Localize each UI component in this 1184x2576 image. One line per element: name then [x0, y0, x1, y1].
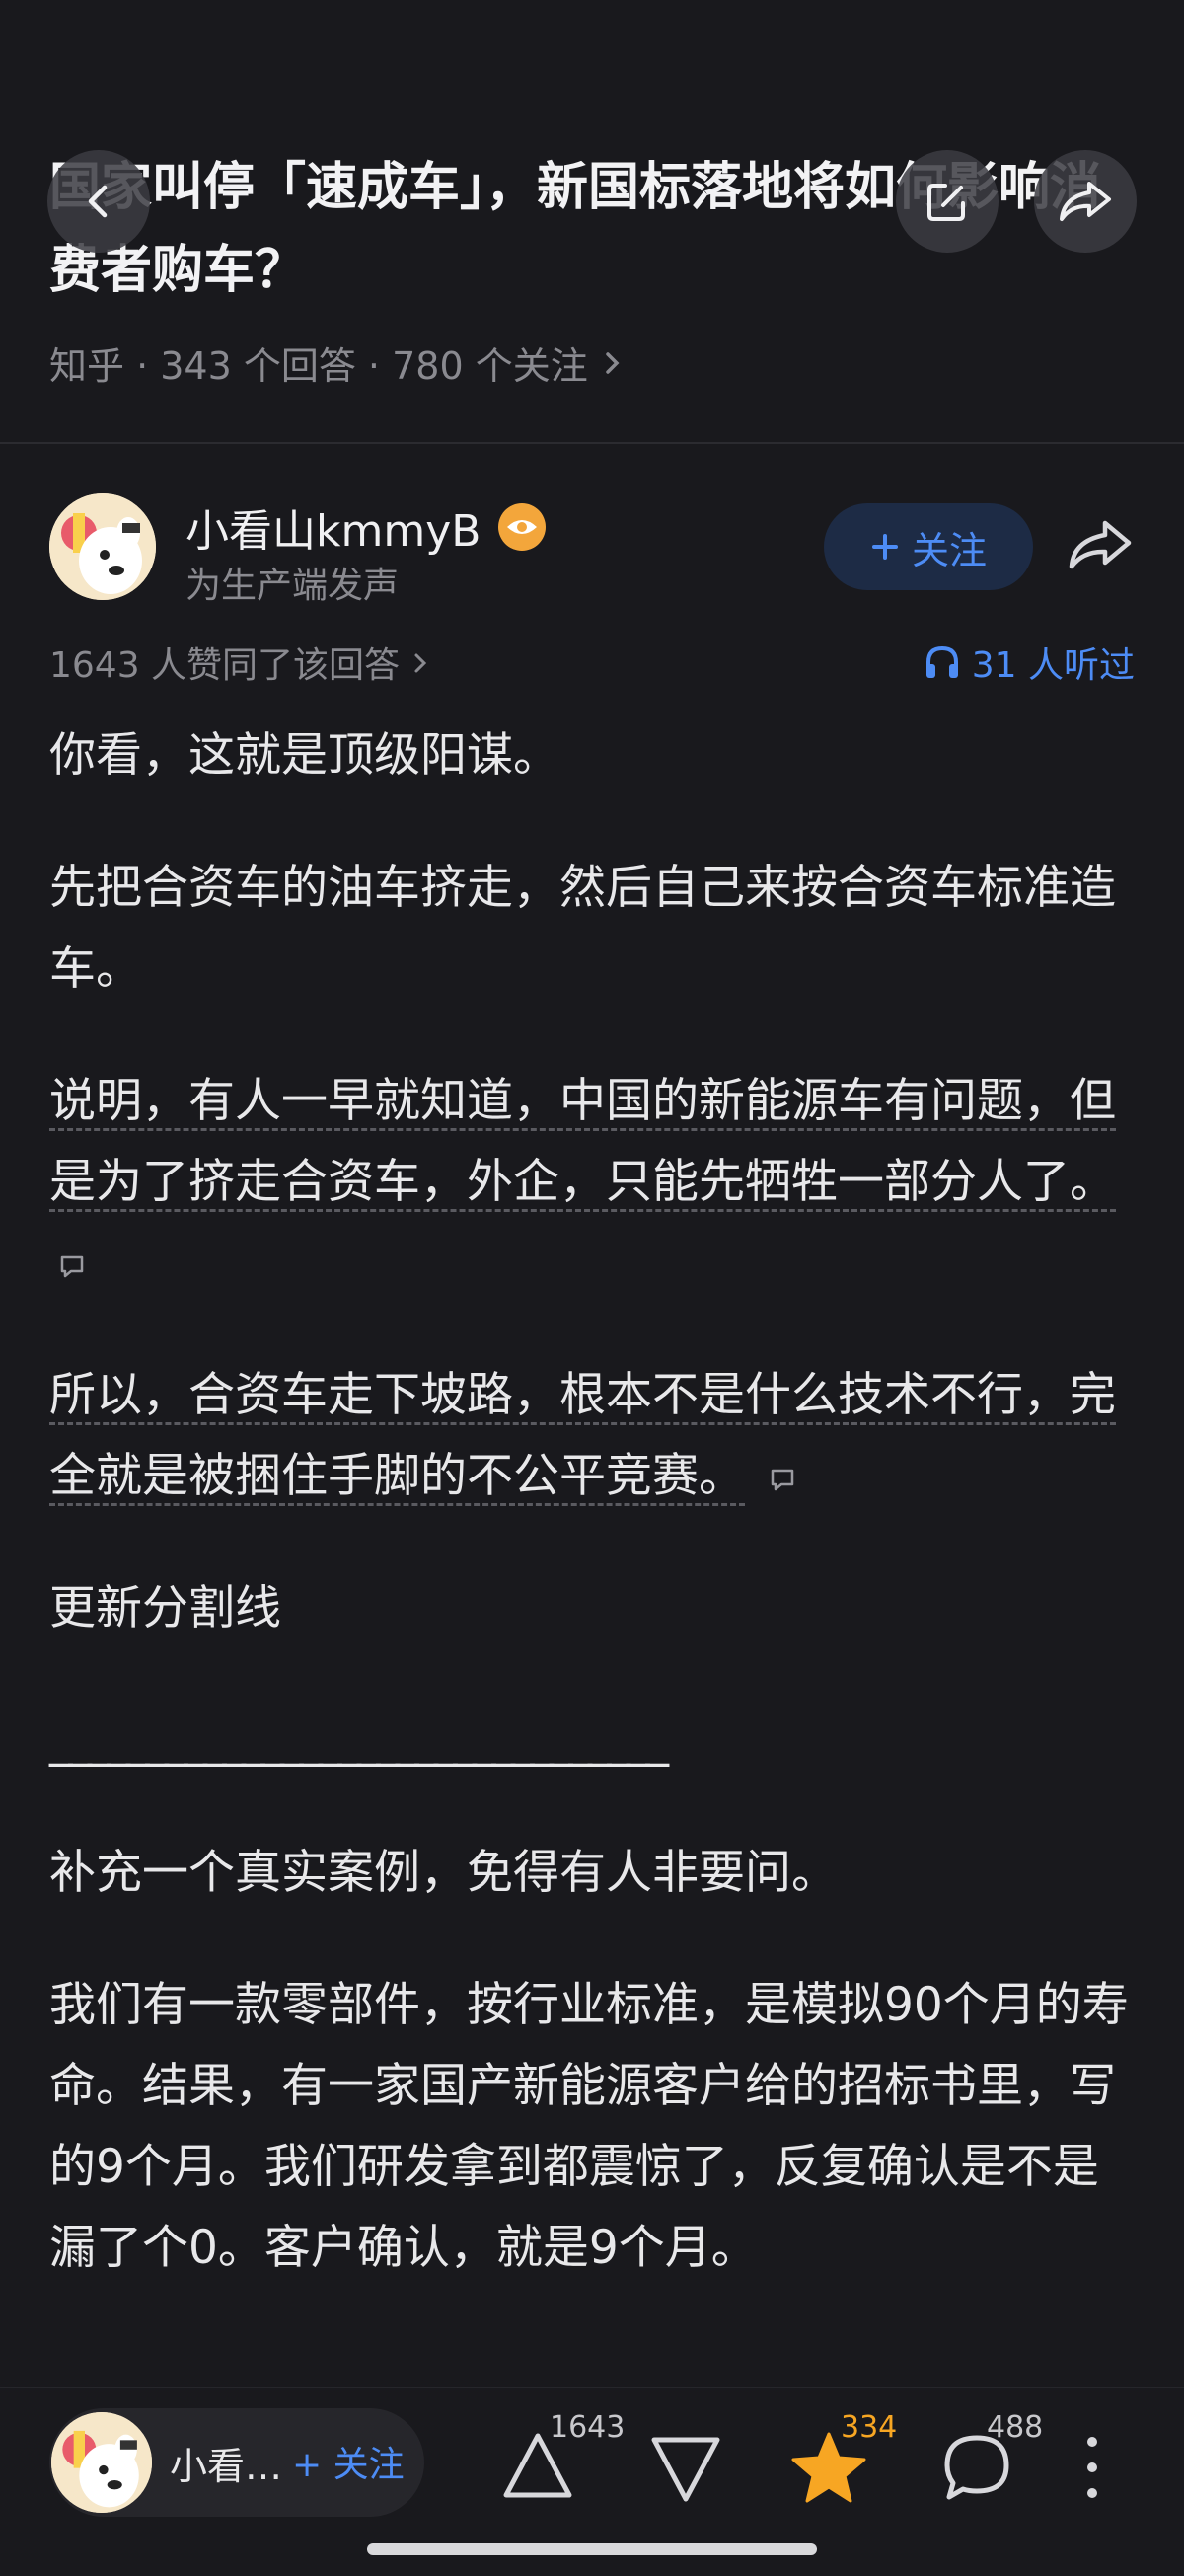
dog-avatar-icon — [49, 493, 156, 600]
answer-paragraph: 先把合资车的油车挤走，然后自己来按合资车标准造车。 — [49, 861, 1116, 996]
author-tagline: 为生产端发声 — [185, 566, 400, 606]
likes-summary[interactable]: 1643 人赞同了该回答 — [49, 637, 431, 688]
answer-paragraph-annotated[interactable]: 所以，合资车走下坡路，根本不是什么技术不行，完全就是被捆住手脚的不公平竞赛。 — [49, 1355, 1135, 1517]
author-name-text: 小看山kmmyB — [185, 506, 481, 557]
comment-count: 488 — [987, 2410, 1044, 2445]
annotated-text: 说明，有人一早就知道，中国的新能源车有问题，但是为了挤走合资车，外企，只能先牺牲… — [49, 1074, 1116, 1212]
chip-author-name: 小看… — [170, 2445, 283, 2488]
follow-label: 关注 — [911, 528, 987, 572]
home-indicator[interactable] — [367, 2543, 817, 2555]
answer-stats: 1643 人赞同了该回答 31 人听过 — [49, 637, 1135, 686]
edit-icon — [927, 184, 965, 221]
favorite-button[interactable]: 334 — [789, 2408, 898, 2517]
chevron-right-icon — [605, 351, 620, 374]
downvote-triangle-icon — [651, 2437, 720, 2502]
avatar — [51, 2412, 152, 2513]
separator-line: ________________________________ — [49, 1713, 669, 1768]
more-menu-button[interactable] — [1077, 2408, 1117, 2517]
annotated-text: 所以，合资车走下坡路，根本不是什么技术不行，完全就是被捆住手脚的不公平竞赛。 — [49, 1368, 1116, 1506]
dog-avatar-icon — [51, 2412, 152, 2513]
eye-badge-icon — [498, 503, 547, 551]
headphones-icon — [925, 645, 958, 678]
author-name[interactable]: 小看山kmmyB — [185, 495, 547, 559]
share-icon — [1060, 182, 1111, 221]
plus-icon — [871, 534, 898, 560]
header-divider — [0, 442, 1184, 444]
answer-paragraph: 我们有一款零部件，按行业标准，是模拟90个月的寿命。结果，有一家国产新能源客户给… — [49, 1978, 1129, 2275]
chevron-left-icon — [88, 185, 108, 218]
listen-button[interactable]: 31 人听过 — [923, 637, 1135, 688]
listened-text: 31 人听过 — [971, 645, 1135, 686]
comment-button[interactable]: 488 — [937, 2408, 1046, 2517]
share-answer-button[interactable] — [1066, 515, 1135, 578]
comment-bubble-icon[interactable] — [768, 1465, 797, 1494]
author-row: 小看山kmmyB 为生产端发声 关注 — [49, 493, 1135, 606]
share-icon — [1069, 520, 1132, 569]
question-meta[interactable]: 知乎 · 343 个回答 · 780 个关注 — [49, 336, 624, 390]
chevron-right-icon — [414, 653, 426, 673]
upvote-count: 1643 — [550, 2410, 626, 2445]
chip-follow-button[interactable]: + 关注 — [292, 2436, 405, 2487]
question-meta-text: 知乎 · 343 个回答 · 780 个关注 — [49, 344, 588, 388]
answer-body: 你看，这就是顶级阳谋。 先把合资车的油车挤走，然后自己来按合资车标准造车。 说明… — [49, 716, 1135, 2340]
question-header: 国家叫停「速成车」，新国标落地将如何影响消费者购车？ 知乎 · 343 个回答 … — [0, 0, 1184, 415]
answer-paragraph: 你看，这就是顶级阳谋。 — [49, 728, 559, 783]
back-button[interactable] — [47, 150, 150, 253]
avatar[interactable] — [49, 493, 156, 600]
downvote-button[interactable] — [646, 2408, 755, 2517]
share-button[interactable] — [1034, 150, 1137, 253]
author-chip[interactable]: 小看… + 关注 — [49, 2408, 424, 2517]
answer-paragraph-annotated[interactable]: 说明，有人一早就知道，中国的新能源车有问题，但是为了挤走合资车，外企，只能先牺牲… — [49, 1061, 1135, 1304]
more-vertical-icon — [1087, 2437, 1097, 2498]
comment-bubble-icon[interactable] — [57, 1251, 87, 1281]
upvote-button[interactable]: 1643 — [498, 2408, 625, 2517]
answer-paragraph: 补充一个真实案例，免得有人非要问。 — [49, 1846, 838, 1900]
answer-paragraph: 更新分割线 — [49, 1581, 281, 1635]
follow-button[interactable]: 关注 — [824, 503, 1033, 590]
likes-text: 1643 人赞同了该回答 — [49, 645, 401, 686]
favorite-count: 334 — [841, 2410, 898, 2445]
write-answer-button[interactable] — [896, 150, 999, 253]
